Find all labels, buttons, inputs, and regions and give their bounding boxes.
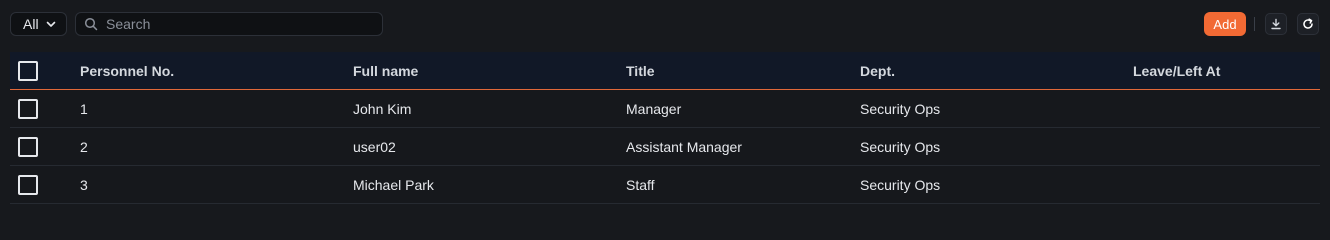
row-checkbox[interactable] [18,136,38,157]
search-input[interactable] [106,16,376,32]
column-header-personnel-no[interactable]: Personnel No. [80,63,174,79]
select-all-checkbox[interactable] [18,60,38,81]
row-select-cell [18,136,38,157]
table-row[interactable]: 3 Michael Park Staff Security Ops [10,166,1320,204]
toolbar: All Add [0,0,1330,48]
cell-dept: Security Ops [860,176,941,193]
search-icon [84,17,98,31]
row-select-cell [18,98,38,119]
cell-full-name: John Kim [353,100,412,117]
column-header-leave-left-at[interactable]: Leave/Left At [1133,63,1220,79]
cell-title: Assistant Manager [626,138,742,155]
cell-dept: Security Ops [860,100,941,117]
column-header-title[interactable]: Title [626,63,655,79]
table-row[interactable]: 2 user02 Assistant Manager Security Ops [10,128,1320,166]
cell-title: Staff [626,176,655,193]
search-box[interactable] [75,12,383,36]
chevron-down-icon [45,18,57,30]
refresh-icon [1302,18,1314,30]
row-select-cell [18,174,38,195]
download-button[interactable] [1265,13,1287,35]
cell-full-name: user02 [353,138,396,155]
add-button[interactable]: Add [1204,12,1246,36]
select-all-cell [18,60,38,81]
cell-dept: Security Ops [860,138,941,155]
cell-full-name: Michael Park [353,176,434,193]
column-header-dept[interactable]: Dept. [860,63,895,79]
cell-personnel-no: 1 [80,100,88,117]
column-header-full-name[interactable]: Full name [353,63,418,79]
cell-personnel-no: 2 [80,138,88,155]
row-checkbox[interactable] [18,174,38,195]
cell-personnel-no: 3 [80,176,88,193]
table-header: Personnel No. Full name Title Dept. Leav… [10,52,1320,90]
filter-select[interactable]: All [10,12,67,36]
toolbar-divider [1254,17,1255,31]
download-icon [1270,18,1282,30]
personnel-table: Personnel No. Full name Title Dept. Leav… [10,52,1320,204]
refresh-button[interactable] [1297,13,1319,35]
filter-value: All [23,16,39,32]
table-row[interactable]: 1 John Kim Manager Security Ops [10,90,1320,128]
row-checkbox[interactable] [18,98,38,119]
cell-title: Manager [626,100,682,117]
